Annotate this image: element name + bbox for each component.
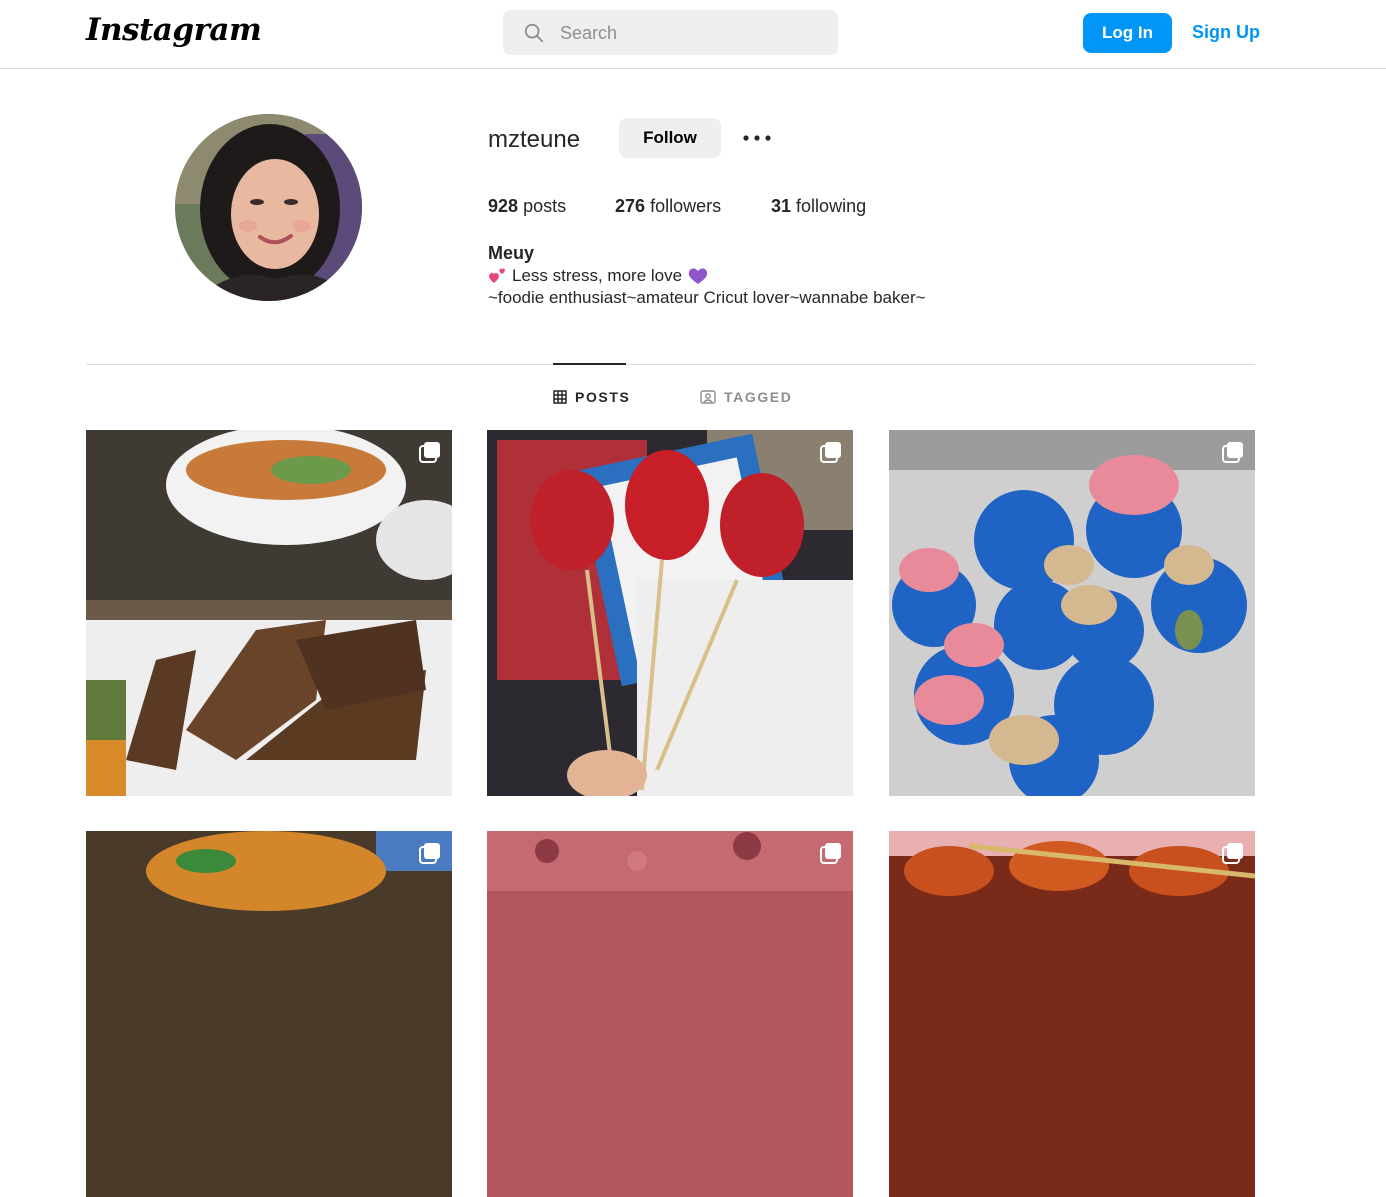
posts-count-label: posts bbox=[523, 196, 567, 216]
search-box[interactable] bbox=[503, 10, 838, 57]
avatar-photo bbox=[175, 114, 362, 301]
tab-posts-label: POSTS bbox=[575, 389, 631, 405]
post-thumbnail[interactable] bbox=[889, 831, 1255, 1197]
multiple-images-icon bbox=[419, 442, 440, 463]
followers-count-label: followers bbox=[650, 196, 722, 216]
post-image-skewers bbox=[889, 831, 1255, 1197]
following-count-label: following bbox=[796, 196, 867, 216]
followers-count-value: 276 bbox=[615, 196, 646, 216]
posts-count-value: 928 bbox=[488, 196, 519, 216]
post-thumbnail[interactable] bbox=[86, 430, 452, 796]
post-thumbnail[interactable] bbox=[86, 831, 452, 1197]
grid-icon bbox=[553, 390, 567, 404]
posts-count: 928 posts bbox=[488, 196, 566, 217]
multiple-images-icon bbox=[820, 442, 841, 463]
post-thumbnail[interactable] bbox=[487, 831, 853, 1197]
multiple-images-icon bbox=[1222, 442, 1243, 463]
following-count-value: 31 bbox=[771, 196, 792, 216]
following-count[interactable]: 31 following bbox=[771, 196, 866, 217]
bio-line-2: ~foodie enthusiast~amateur Cricut lover~… bbox=[488, 288, 926, 307]
multiple-images-icon bbox=[419, 843, 440, 864]
tab-tagged-label: TAGGED bbox=[724, 389, 793, 405]
active-tab-indicator bbox=[553, 363, 626, 365]
followers-count[interactable]: 276 followers bbox=[615, 196, 721, 217]
search-input[interactable] bbox=[558, 10, 822, 57]
two-hearts-icon bbox=[489, 268, 505, 283]
tag-user-icon bbox=[700, 390, 716, 404]
bio-line-1: Less stress, more love bbox=[488, 266, 708, 286]
multiple-images-icon bbox=[1222, 843, 1243, 864]
post-image-strawberries bbox=[487, 430, 853, 796]
top-navigation: Instagram Log In Sign Up bbox=[0, 0, 1386, 69]
tabs-divider bbox=[86, 364, 1255, 365]
tab-posts[interactable]: POSTS bbox=[553, 389, 630, 405]
bio-line-1-text: Less stress, more love bbox=[512, 266, 683, 285]
purple-heart-icon bbox=[688, 268, 708, 284]
login-button[interactable]: Log In bbox=[1083, 13, 1172, 53]
search-icon bbox=[524, 23, 544, 43]
post-thumbnail[interactable] bbox=[889, 430, 1255, 796]
instagram-logo[interactable]: Instagram bbox=[86, 12, 262, 48]
tab-tagged[interactable]: TAGGED bbox=[700, 389, 792, 405]
signup-link[interactable]: Sign Up bbox=[1192, 22, 1260, 43]
post-image-pastries bbox=[889, 430, 1255, 796]
more-options-icon[interactable] bbox=[740, 124, 774, 152]
profile-avatar[interactable] bbox=[175, 114, 362, 301]
post-image-ribs bbox=[86, 430, 452, 796]
multiple-images-icon bbox=[820, 843, 841, 864]
profile-full-name: Meuy bbox=[488, 243, 535, 263]
post-image-stirfry bbox=[86, 831, 452, 1197]
post-thumbnail[interactable] bbox=[487, 430, 853, 796]
profile-username: mzteune bbox=[488, 126, 581, 153]
follow-button[interactable]: Follow bbox=[619, 118, 721, 158]
post-image-minced bbox=[487, 831, 853, 1197]
